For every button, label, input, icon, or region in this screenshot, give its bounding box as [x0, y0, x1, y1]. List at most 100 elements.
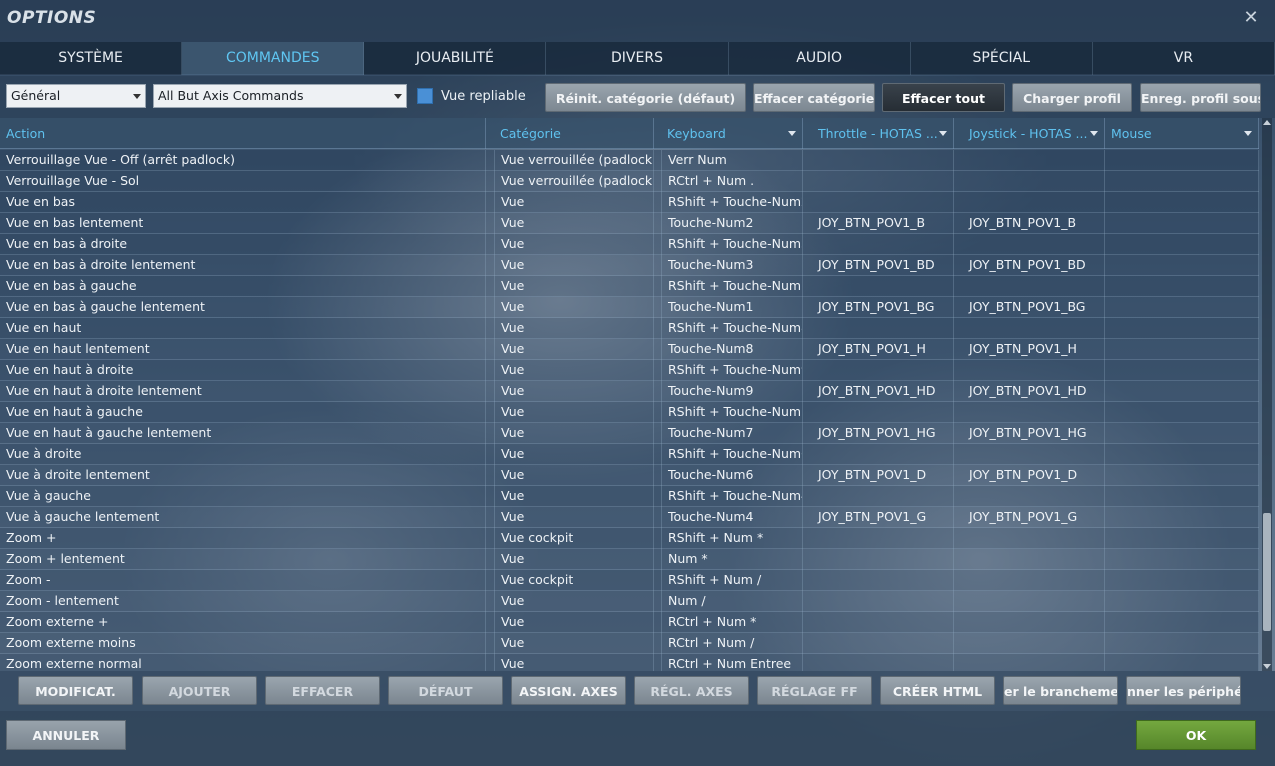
table-row[interactable]: Vue en haut Vue RShift + Touche-Num8 — [0, 318, 1259, 339]
table-row[interactable]: Vue à droite lentement Vue Touche-Num6 JOY_… — [0, 465, 1259, 486]
tab-audio[interactable]: AUDIO — [728, 42, 911, 75]
joystick-cell[interactable]: JOY_BTN_POV1_D — [963, 465, 1105, 486]
make-html-button[interactable]: CRÉER HTML — [880, 676, 995, 705]
mouse-cell[interactable] — [1105, 507, 1259, 528]
joystick-cell[interactable]: JOY_BTN_POV1_H — [963, 339, 1105, 360]
table-row[interactable]: Vue en bas à droite Vue RShift + Touche-Nu… — [0, 234, 1259, 255]
table-row[interactable]: Zoom externe + Vue RCtrl + Num * — [0, 612, 1259, 633]
table-row[interactable]: Vue en bas lentement Vue Touche-Num2 JOY_BT… — [0, 213, 1259, 234]
table-row[interactable]: Vue en bas à gauche lentement Vue Touche-N… — [0, 297, 1259, 318]
throttle-cell[interactable] — [812, 234, 954, 255]
mouse-cell[interactable] — [1105, 612, 1259, 633]
ff-tune-button[interactable]: RÉGLAGE FF — [757, 676, 872, 705]
joystick-cell[interactable] — [963, 633, 1105, 654]
keyboard-cell[interactable]: Touche-Num7 — [661, 423, 803, 444]
keyboard-cell[interactable]: Num / — [661, 591, 803, 612]
keyboard-cell[interactable]: RShift + Num / — [661, 570, 803, 591]
aircraft-select[interactable]: Général — [6, 84, 146, 108]
joystick-cell[interactable] — [963, 402, 1105, 423]
keyboard-cell[interactable]: RShift + Touche-Num3 — [661, 234, 803, 255]
joystick-cell[interactable]: JOY_BTN_POV1_B — [963, 213, 1105, 234]
mouse-cell[interactable] — [1105, 339, 1259, 360]
mouse-cell[interactable] — [1105, 171, 1259, 192]
table-row[interactable]: Zoom + lentement Vue Num * — [0, 549, 1259, 570]
mouse-cell[interactable] — [1105, 276, 1259, 297]
table-row[interactable]: Vue à gauche Vue RShift + Touche-Num4 — [0, 486, 1259, 507]
joystick-cell[interactable] — [963, 570, 1105, 591]
table-row[interactable]: Vue à gauche lentement Vue Touche-Num4 JOY_… — [0, 507, 1259, 528]
table-row[interactable]: Zoom externe moins Vue RCtrl + Num / — [0, 633, 1259, 654]
throttle-cell[interactable] — [812, 276, 954, 297]
throttle-cell[interactable]: JOY_BTN_POV1_H — [812, 339, 954, 360]
mouse-cell[interactable] — [1105, 570, 1259, 591]
tab-systeme[interactable]: SYSTÈME — [0, 42, 183, 75]
default-button[interactable]: DÉFAUT — [388, 676, 503, 705]
joystick-cell[interactable] — [963, 654, 1105, 671]
table-row[interactable]: Vue en bas à gauche Vue RShift + Touche-Nu… — [0, 276, 1259, 297]
axis-tune-button[interactable]: RÉGL. AXES — [634, 676, 749, 705]
mouse-cell[interactable] — [1105, 591, 1259, 612]
throttle-cell[interactable] — [812, 549, 954, 570]
table-row[interactable]: Vue en haut à droite lentement Vue Touche-… — [0, 381, 1259, 402]
mouse-cell[interactable] — [1105, 549, 1259, 570]
mouse-cell[interactable] — [1105, 192, 1259, 213]
keyboard-cell[interactable]: RShift + Touche-Num6 — [661, 444, 803, 465]
mouse-cell[interactable] — [1105, 381, 1259, 402]
column-header-action[interactable]: Action — [0, 118, 486, 149]
rescan-devices-button[interactable]: er le branchement — [1003, 676, 1118, 705]
throttle-cell[interactable]: JOY_BTN_POV1_G — [812, 507, 954, 528]
throttle-cell[interactable] — [812, 318, 954, 339]
mouse-cell[interactable] — [1105, 318, 1259, 339]
keyboard-cell[interactable]: RShift + Touche-Num2 — [661, 192, 803, 213]
joystick-cell[interactable] — [963, 612, 1105, 633]
mouse-cell[interactable] — [1105, 633, 1259, 654]
keyboard-cell[interactable]: RShift + Touche-Num1 — [661, 276, 803, 297]
reset-category-button[interactable]: Réinit. catégorie (défaut) — [545, 83, 746, 112]
mouse-cell[interactable] — [1105, 150, 1259, 171]
table-row[interactable]: Vue en haut lentement Vue Touche-Num8 JOY_B… — [0, 339, 1259, 360]
joystick-cell[interactable] — [963, 234, 1105, 255]
tab-jouabilite[interactable]: JOUABILITÉ — [364, 42, 547, 75]
throttle-cell[interactable] — [812, 654, 954, 671]
mouse-cell[interactable] — [1105, 213, 1259, 234]
throttle-cell[interactable] — [812, 171, 954, 192]
throttle-cell[interactable] — [812, 360, 954, 381]
joystick-cell[interactable]: JOY_BTN_POV1_HG — [963, 423, 1105, 444]
keyboard-cell[interactable]: Touche-Num3 — [661, 255, 803, 276]
table-row[interactable]: Vue en bas à droite lentement Vue Touche-N… — [0, 255, 1259, 276]
throttle-cell[interactable]: JOY_BTN_POV1_D — [812, 465, 954, 486]
tab-vr[interactable]: VR — [1092, 42, 1275, 75]
joystick-cell[interactable] — [963, 360, 1105, 381]
close-icon[interactable]: ✕ — [1241, 8, 1261, 28]
throttle-cell[interactable]: JOY_BTN_POV1_HG — [812, 423, 954, 444]
keyboard-cell[interactable]: RShift + Num * — [661, 528, 803, 549]
table-row[interactable]: Zoom - Vue cockpit RShift + Num / — [0, 570, 1259, 591]
scroll-up-icon[interactable] — [1263, 120, 1271, 125]
cancel-button[interactable]: ANNULER — [6, 720, 126, 750]
keyboard-cell[interactable]: RShift + Touche-Num9 — [661, 360, 803, 381]
vertical-scrollbar[interactable] — [1262, 118, 1272, 671]
keyboard-cell[interactable]: RCtrl + Num Entree — [661, 654, 803, 671]
filter-select[interactable]: All But Axis Commands — [153, 84, 407, 108]
tab-divers[interactable]: DIVERS — [546, 42, 729, 75]
throttle-cell[interactable]: JOY_BTN_POV1_BD — [812, 255, 954, 276]
mouse-cell[interactable] — [1105, 255, 1259, 276]
table-row[interactable]: Vue à droite Vue RShift + Touche-Num6 — [0, 444, 1259, 465]
delete-button[interactable]: EFFACER — [265, 676, 380, 705]
column-header-joystick[interactable]: Joystick - HOTAS ... — [963, 118, 1105, 149]
scroll-down-icon[interactable] — [1263, 664, 1271, 669]
modify-button[interactable]: MODIFICAT. — [18, 676, 133, 705]
mouse-cell[interactable] — [1105, 486, 1259, 507]
table-row[interactable]: Zoom externe normal Vue RCtrl + Num Entree — [0, 654, 1259, 671]
mouse-cell[interactable] — [1105, 423, 1259, 444]
joystick-cell[interactable] — [963, 192, 1105, 213]
device-manager-button[interactable]: nner les périphéı — [1126, 676, 1241, 705]
table-row[interactable]: Vue en haut à gauche lentement Vue Touche-… — [0, 423, 1259, 444]
keyboard-cell[interactable]: Touche-Num1 — [661, 297, 803, 318]
column-header-category[interactable]: Catégorie — [494, 118, 654, 149]
joystick-cell[interactable] — [963, 528, 1105, 549]
joystick-cell[interactable]: JOY_BTN_POV1_BD — [963, 255, 1105, 276]
mouse-cell[interactable] — [1105, 444, 1259, 465]
table-row[interactable]: Zoom - lentement Vue Num / — [0, 591, 1259, 612]
clear-all-button[interactable]: Effacer tout — [882, 83, 1005, 112]
